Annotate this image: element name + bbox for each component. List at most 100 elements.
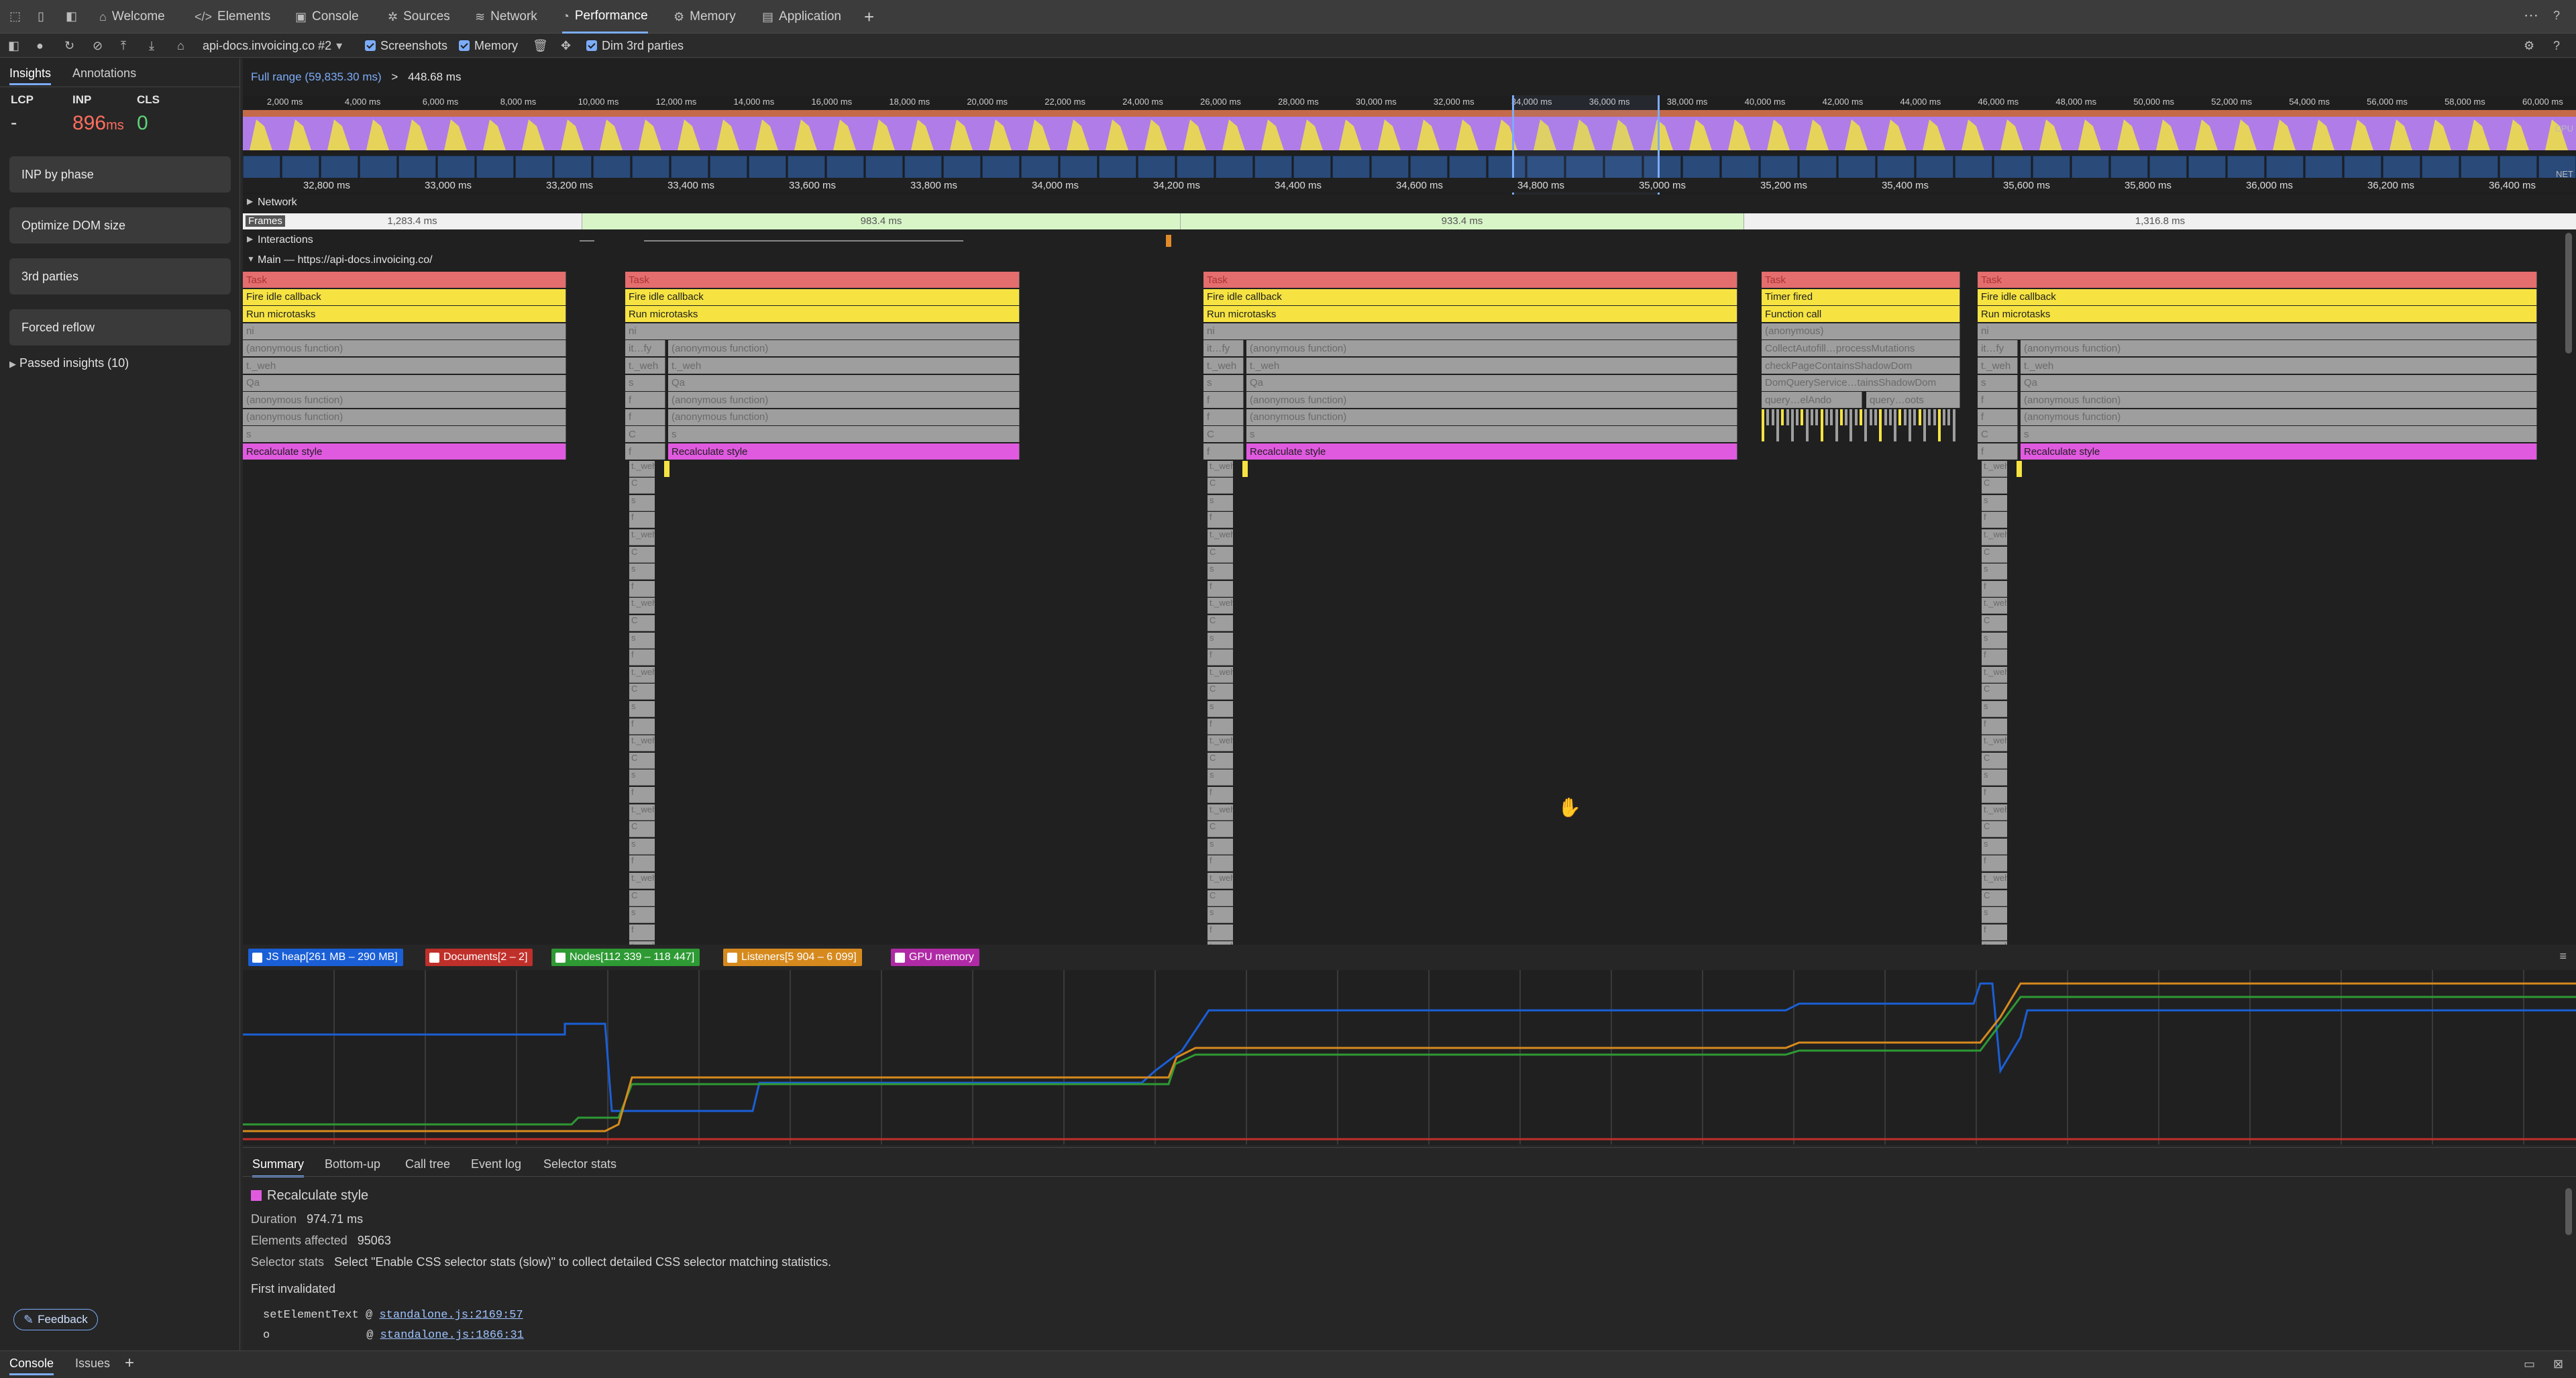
- feedback-button[interactable]: ✎ Feedback: [13, 1309, 98, 1330]
- call-frame-bar[interactable]: C: [625, 426, 665, 443]
- deep-call-frame-bar[interactable]: s: [1982, 701, 2007, 717]
- deep-call-frame-bar[interactable]: f: [1982, 787, 2007, 803]
- deep-call-frame-bar[interactable]: s: [1208, 907, 1233, 924]
- details-tab[interactable]: Summary: [252, 1157, 305, 1177]
- call-frame-bar[interactable]: f: [1203, 443, 1244, 460]
- deep-call-frame-bar[interactable]: s: [1982, 770, 2007, 786]
- call-frame-bar[interactable]: it…fy: [1203, 340, 1244, 357]
- deep-call-frame-bar[interactable]: s: [1208, 494, 1233, 511]
- deep-call-frame-bar[interactable]: t._weh: [1208, 804, 1233, 820]
- details-scrollbar-thumb[interactable]: [2565, 1188, 2572, 1235]
- deep-call-frame-bar[interactable]: s: [1982, 632, 2007, 649]
- frame-3[interactable]: 933.4 ms: [1181, 213, 1744, 229]
- memory-legend-chip[interactable]: GPU memory: [891, 949, 979, 966]
- tab-network[interactable]: ≋ Network: [475, 0, 537, 34]
- call-frame-bar[interactable]: (anonymous function): [668, 340, 1020, 357]
- call-frame-bar[interactable]: (anonymous function): [668, 392, 1020, 409]
- home-icon[interactable]: ⌂: [177, 40, 184, 52]
- deep-call-frame-bar[interactable]: t._weh: [629, 804, 655, 820]
- deep-call-frame-bar[interactable]: t._weh: [629, 529, 655, 545]
- call-frame-bar[interactable]: Qa: [668, 374, 1020, 391]
- breadcrumb-current[interactable]: 448.68 ms: [408, 70, 461, 83]
- deep-call-frame-bar[interactable]: C: [1208, 684, 1233, 700]
- deep-call-frame-bar[interactable]: C: [1208, 890, 1233, 906]
- deep-call-frame-bar[interactable]: f: [629, 512, 655, 529]
- memory-legend-chip[interactable]: Listeners[5 904 – 6 099]: [723, 949, 862, 966]
- tab-performance[interactable]: ◔ Performance: [562, 0, 648, 34]
- call-frame-bar[interactable]: t._weh: [668, 358, 1020, 374]
- call-frame-bar[interactable]: t._weh: [1246, 358, 1737, 374]
- add-tab-button[interactable]: +: [864, 0, 874, 34]
- deep-call-frame-bar[interactable]: t._weh: [1982, 735, 2007, 752]
- call-frame-bar[interactable]: (anonymous function): [1246, 340, 1737, 357]
- frame-1[interactable]: 1,283.4 ms: [243, 213, 582, 229]
- menu-icon[interactable]: ≡: [2559, 950, 2567, 962]
- call-frame-bar[interactable]: s: [1246, 426, 1737, 443]
- call-frame-bar[interactable]: t._weh: [1978, 358, 2018, 374]
- call-frame-bar[interactable]: query…elAndo: [1762, 392, 1862, 409]
- call-frame-bar[interactable]: t._weh: [243, 358, 566, 374]
- deep-call-frame-bar[interactable]: s: [1982, 907, 2007, 924]
- flame-chart[interactable]: Task Fire idle callback Run microtasks ni (a…: [243, 272, 2576, 1003]
- call-frame-bar[interactable]: ni: [243, 323, 566, 339]
- deep-call-frame-bar[interactable]: C: [629, 684, 655, 700]
- deep-call-frame-bar[interactable]: s: [1208, 838, 1233, 855]
- deep-call-frame-bar[interactable]: t._weh: [1208, 666, 1233, 683]
- breadcrumb-full-range[interactable]: Full range (59,835.30 ms): [251, 70, 382, 83]
- recalculate-style-bar[interactable]: Recalculate style: [243, 443, 566, 460]
- deep-call-frame-bar[interactable]: t._weh: [629, 666, 655, 683]
- deep-call-frame-bar[interactable]: f: [1208, 718, 1233, 735]
- call-frame-bar[interactable]: f: [625, 409, 665, 425]
- call-frame-bar[interactable]: (anonymous function): [2021, 340, 2537, 357]
- call-frame-bar[interactable]: t._weh: [1203, 358, 1244, 374]
- call-frame-bar[interactable]: C: [1203, 426, 1244, 443]
- deep-call-frame-bar[interactable]: C: [1208, 752, 1233, 769]
- deep-call-frame-bar[interactable]: s: [1208, 632, 1233, 649]
- deep-call-frame-bar[interactable]: t._weh: [1982, 804, 2007, 820]
- deep-call-frame-bar[interactable]: t._weh: [1982, 529, 2007, 545]
- call-frame-bar[interactable]: (anonymous function): [243, 409, 566, 425]
- frame-4[interactable]: 1,316.8 ms: [1744, 213, 2576, 229]
- deep-call-frame-bar[interactable]: f: [1208, 649, 1233, 666]
- add-drawer-tab-button[interactable]: +: [125, 1354, 134, 1373]
- call-frame-bar[interactable]: (anonymous function): [2021, 409, 2537, 425]
- deep-call-frame-bar[interactable]: f: [1208, 580, 1233, 597]
- deep-call-frame-bar[interactable]: s: [629, 701, 655, 717]
- deep-call-frame-bar[interactable]: C: [629, 546, 655, 563]
- call-frame-bar[interactable]: query…oots: [1866, 392, 1960, 409]
- tab-elements[interactable]: </> Elements: [195, 0, 270, 34]
- deep-call-frame-bar[interactable]: s: [1208, 701, 1233, 717]
- deep-call-frame-bar[interactable]: f: [1982, 718, 2007, 735]
- deep-call-frame-bar[interactable]: t._weh: [629, 598, 655, 615]
- deep-call-frame-bar[interactable]: f: [629, 580, 655, 597]
- fire-idle-callback-bar[interactable]: Fire idle callback: [243, 288, 566, 305]
- deep-call-frame-bar[interactable]: t._weh: [1208, 529, 1233, 545]
- run-microtasks-bar[interactable]: Run microtasks: [1203, 306, 1737, 323]
- frames-track[interactable]: Frames 1,283.4 ms 983.4 ms 933.4 ms 1,31…: [243, 213, 2576, 229]
- call-frame-bar[interactable]: f: [1203, 392, 1244, 409]
- interaction-whisker[interactable]: [644, 240, 963, 242]
- tab-insights[interactable]: Insights: [9, 66, 52, 85]
- call-frame-bar[interactable]: ni: [1978, 323, 2537, 339]
- memory-checkbox[interactable]: Memory: [459, 34, 518, 58]
- call-frame-bar[interactable]: s: [2021, 426, 2537, 443]
- call-frame-bar[interactable]: s: [668, 426, 1020, 443]
- deep-call-frame-bar[interactable]: C: [1982, 546, 2007, 563]
- deep-call-frame-bar[interactable]: C: [1208, 546, 1233, 563]
- tab-memory[interactable]: ⚙ Memory: [674, 0, 736, 34]
- deep-call-frame-bar[interactable]: t._weh: [1208, 735, 1233, 752]
- deep-call-frame-bar[interactable]: f: [1982, 924, 2007, 941]
- drawer-tab-issues[interactable]: Issues: [75, 1357, 110, 1371]
- details-tab[interactable]: Call tree: [405, 1157, 450, 1171]
- details-tab[interactable]: Bottom-up: [325, 1157, 380, 1171]
- deep-call-frame-bar[interactable]: s: [629, 770, 655, 786]
- recalculate-style-bar[interactable]: Recalculate style: [668, 443, 1020, 460]
- screenshots-checkbox[interactable]: Screenshots: [365, 34, 447, 58]
- drawer-tab-console[interactable]: Console: [9, 1357, 54, 1375]
- call-frame-bar[interactable]: (anonymous function): [243, 340, 566, 357]
- deep-call-frame-bar[interactable]: s: [629, 838, 655, 855]
- call-frame-bar[interactable]: ni: [625, 323, 1020, 339]
- tab-console[interactable]: ▣ Console: [295, 0, 359, 34]
- deep-call-frame-bar[interactable]: C: [1208, 615, 1233, 631]
- settings-icon[interactable]: ⚙: [2524, 40, 2534, 52]
